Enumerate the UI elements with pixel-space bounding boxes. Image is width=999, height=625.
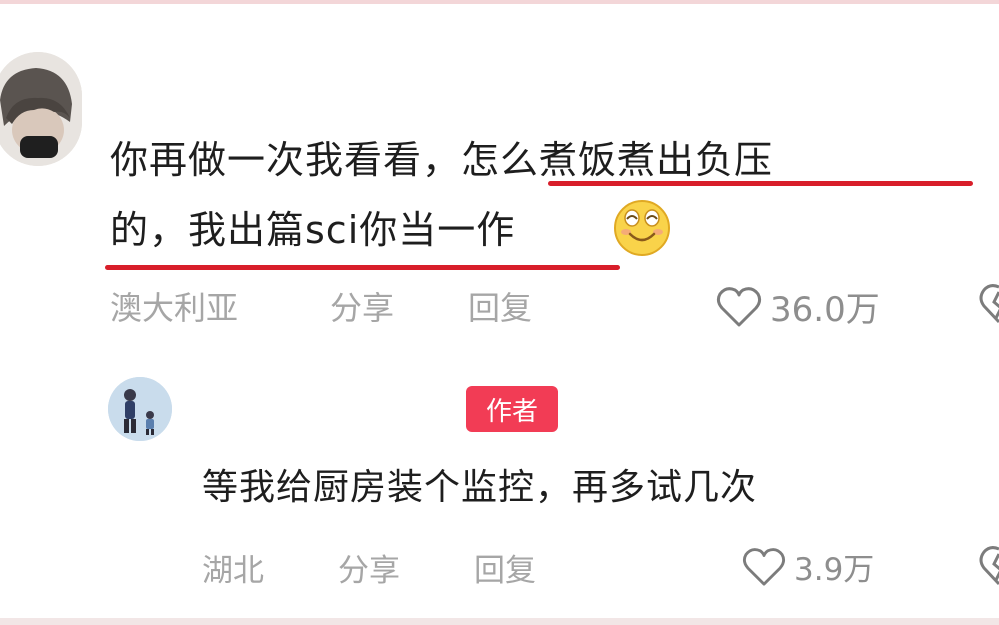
bottom-border — [0, 618, 999, 625]
author-avatar[interactable] — [108, 377, 172, 441]
share-button[interactable]: 分享 — [330, 283, 394, 329]
reply-like-button[interactable]: 3.9万 — [742, 544, 874, 589]
avatar-illustration-icon — [108, 377, 172, 441]
reply-button[interactable]: 回复 — [468, 283, 532, 329]
comment-text-line-2: 的，我出篇sci你当一作 — [110, 197, 990, 263]
red-underline-2 — [105, 265, 620, 270]
comment-text-line-2-content: 的，我出篇sci你当一作 — [110, 208, 516, 252]
like-count: 36.0万 — [770, 290, 880, 330]
comment-text-plain: 你再做一次我看看， — [110, 138, 462, 182]
top-border — [0, 0, 999, 4]
red-underline-1 — [548, 181, 973, 186]
author-badge: 作者 — [466, 386, 558, 432]
reply-dislike-icon[interactable] — [976, 546, 999, 592]
reply-text: 等我给厨房装个监控，再多试几次 — [202, 467, 758, 508]
reply-like-count: 3.9万 — [794, 552, 875, 588]
smile-emoji-icon — [612, 198, 672, 260]
dislike-icon[interactable] — [976, 284, 999, 330]
reply-share-button[interactable]: 分享 — [338, 545, 400, 590]
reply-reply-button[interactable]: 回复 — [474, 545, 536, 590]
reply-location: 湖北 — [202, 553, 264, 589]
comment-text-highlighted: 怎么煮饭煮出负压 — [461, 138, 774, 182]
comment-location: 澳大利亚 — [110, 289, 239, 327]
heart-icon — [742, 547, 786, 586]
heart-icon — [716, 286, 762, 326]
avatar-photo-icon — [0, 52, 82, 166]
like-button[interactable]: 36.0万 — [716, 282, 880, 331]
commenter-avatar[interactable] — [0, 52, 82, 166]
